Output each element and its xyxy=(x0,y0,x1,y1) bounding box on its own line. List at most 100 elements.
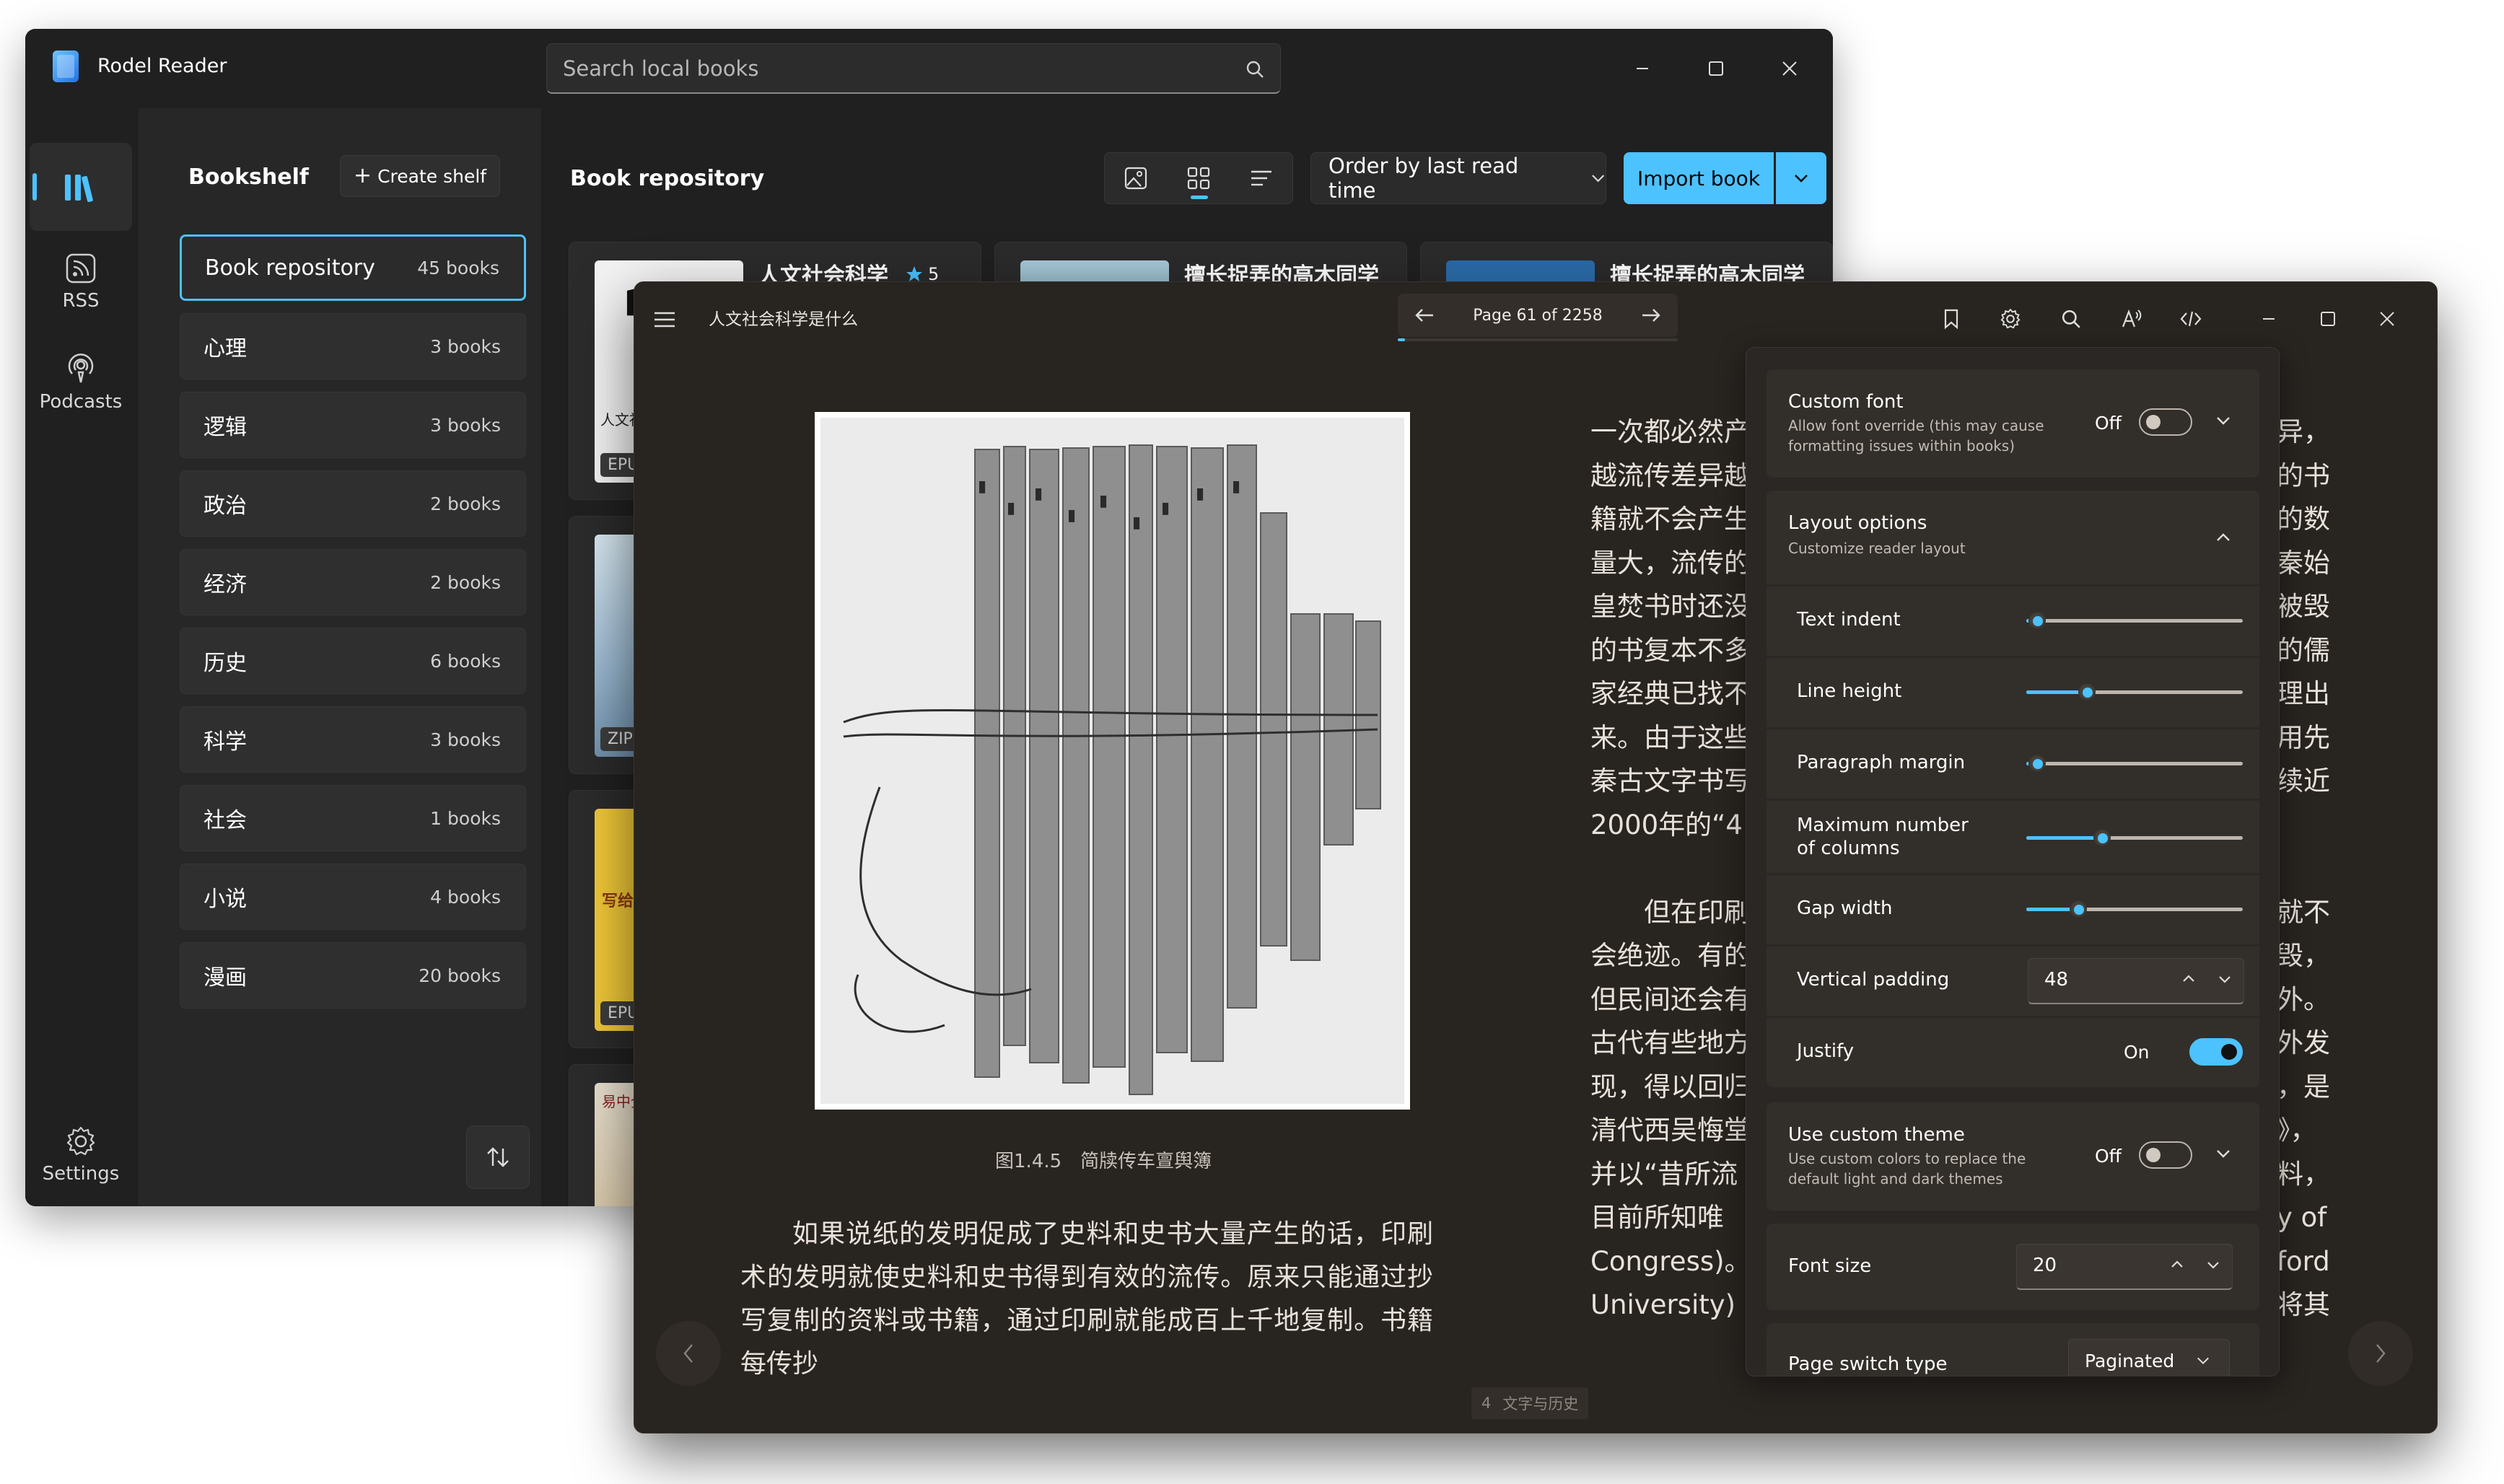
chevron-down-icon xyxy=(2197,1357,2210,1365)
chevron-up-icon[interactable] xyxy=(2180,970,2197,988)
shelf-item[interactable]: 历史 6 books xyxy=(180,628,526,694)
nav-rss[interactable]: RSS xyxy=(30,238,132,326)
shelf-list: Book repository 45 books 心理 3 books 逻辑 3 bo… xyxy=(180,234,526,1021)
next-page-button[interactable] xyxy=(2348,1321,2413,1386)
shelf-count: 20 books xyxy=(419,965,501,986)
grid-view-button[interactable] xyxy=(1168,153,1230,203)
paragraph-margin-label: Paragraph margin xyxy=(1797,752,1966,773)
reader-search-button[interactable] xyxy=(2053,301,2089,337)
shelf-item[interactable]: Book repository 45 books xyxy=(180,234,526,301)
minimize-button[interactable] xyxy=(1624,51,1660,87)
chevron-down-icon[interactable] xyxy=(2205,1256,2222,1273)
page-progress-fill xyxy=(1398,338,1406,341)
close-icon xyxy=(1782,61,1797,76)
search-icon xyxy=(2062,309,2080,328)
bookmark-button[interactable] xyxy=(1933,301,1969,337)
arrow-right-icon[interactable] xyxy=(1640,307,1662,324)
body-paragraph: 如果说纸的发明促成了史料和史书大量产生的话，印刷术的发明就使史料和史书得到有效的… xyxy=(740,1219,1433,1379)
gap-width-label: Gap width xyxy=(1797,897,1893,919)
line-height-slider[interactable] xyxy=(2026,681,2243,703)
shelf-item[interactable]: 社会 1 books xyxy=(180,785,526,851)
justify-state: On xyxy=(2124,1042,2150,1063)
minimize-button[interactable] xyxy=(2251,301,2287,337)
search-input[interactable] xyxy=(563,54,1212,83)
gap-width-slider[interactable] xyxy=(2026,898,2243,920)
read-aloud-icon xyxy=(2122,309,2142,328)
font-size-card: Font size xyxy=(1767,1224,2259,1310)
vertical-padding-input[interactable] xyxy=(2044,969,2116,991)
search-box[interactable] xyxy=(546,43,1281,94)
app-logo-icon xyxy=(53,51,79,82)
sort-icon xyxy=(487,1147,509,1167)
arrow-left-icon[interactable] xyxy=(1414,307,1435,324)
cover-view-button[interactable] xyxy=(1105,153,1168,203)
paragraph-margin-slider[interactable] xyxy=(2026,752,2243,774)
paragraph-margin-row: Paragraph margin xyxy=(1767,729,2259,799)
nav-settings-label: Settings xyxy=(42,1163,120,1185)
image-icon xyxy=(1125,167,1147,190)
grid-icon xyxy=(1187,167,1210,190)
shelf-item[interactable]: 政治 2 books xyxy=(180,470,526,537)
text-column-left: 一次都必然产 越流传差异越 籍就不会产生 量大，流传的 皇焚书时还没 的书复本不… xyxy=(1590,416,1751,1320)
plus-icon: + xyxy=(353,163,372,188)
import-options-button[interactable] xyxy=(1776,152,1826,204)
chevron-up-icon[interactable] xyxy=(2168,1256,2186,1273)
close-button[interactable] xyxy=(1772,51,1808,87)
nav-library[interactable] xyxy=(30,143,132,231)
podcast-icon xyxy=(68,354,94,383)
custom-font-description: Allow font override (this may cause form… xyxy=(1788,417,2044,455)
minimize-icon xyxy=(2263,318,2275,320)
custom-font-toggle[interactable] xyxy=(2139,408,2192,436)
create-shelf-button[interactable]: + Create shelf xyxy=(340,155,500,197)
custom-theme-description: Use custom colors to replace the default… xyxy=(1788,1150,2026,1187)
shelf-item[interactable]: 漫画 20 books xyxy=(180,942,526,1009)
maximize-button[interactable] xyxy=(1698,51,1734,87)
code-view-button[interactable] xyxy=(2173,301,2209,337)
chevron-up-icon[interactable] xyxy=(2212,527,2234,548)
read-aloud-button[interactable] xyxy=(2114,301,2150,337)
page-navigator: Page 61 of 2258 xyxy=(1398,294,1678,337)
text-indent-row: Text indent xyxy=(1767,587,2259,656)
app-title: Rodel Reader xyxy=(97,55,227,77)
close-button[interactable] xyxy=(2369,301,2405,337)
nav-podcasts[interactable]: Podcasts xyxy=(30,338,132,426)
text-indent-slider[interactable] xyxy=(2026,610,2243,631)
shelf-item[interactable]: 逻辑 3 books xyxy=(180,392,526,458)
chevron-down-icon[interactable] xyxy=(2212,1143,2234,1164)
shelf-item[interactable]: 经济 2 books xyxy=(180,549,526,615)
reader-settings-panel: Custom font Allow font override (this ma… xyxy=(1746,347,2280,1377)
book-title: 人文社会科学是什么 xyxy=(709,310,858,329)
menu-icon[interactable] xyxy=(650,305,679,334)
page-footer: 4 文字与历史 xyxy=(1471,1387,1589,1419)
maximize-button[interactable] xyxy=(2310,301,2346,337)
max-columns-slider[interactable] xyxy=(2026,827,2243,848)
layout-options-header[interactable]: Layout options Customize reader layout xyxy=(1767,491,2259,584)
sort-button[interactable] xyxy=(466,1125,530,1189)
font-size-label: Font size xyxy=(1788,1255,1872,1277)
page-switch-dropdown[interactable]: Paginated xyxy=(2068,1339,2230,1376)
previous-page-button[interactable] xyxy=(656,1321,721,1386)
svg-text:▮: ▮ xyxy=(1232,478,1240,496)
custom-theme-toggle[interactable] xyxy=(2139,1141,2192,1169)
nav-settings[interactable]: Settings xyxy=(30,1111,132,1199)
chevron-down-icon[interactable] xyxy=(2212,410,2234,431)
justify-toggle[interactable] xyxy=(2189,1038,2243,1066)
search-icon[interactable] xyxy=(1246,60,1264,79)
list-view-button[interactable] xyxy=(1230,153,1292,203)
order-dropdown[interactable]: Order by last read time xyxy=(1310,152,1606,204)
figure-image: ▮ ▮ ▮ ▮ ▮ ▮ ▮ ▮ ▮ xyxy=(815,412,1410,1110)
view-mode-group xyxy=(1104,152,1293,204)
shelf-item[interactable]: 小说 4 books xyxy=(180,864,526,930)
svg-text:▮: ▮ xyxy=(978,478,986,496)
font-size-input[interactable] xyxy=(2033,1255,2105,1276)
shelf-name: 逻辑 xyxy=(203,415,247,440)
page-switch-value: Paginated xyxy=(2085,1350,2175,1371)
text-indent-label: Text indent xyxy=(1797,609,1901,631)
import-book-button[interactable]: Import book xyxy=(1624,152,1774,204)
chevron-down-icon[interactable] xyxy=(2216,970,2233,988)
reader-settings-button[interactable] xyxy=(1992,301,2028,337)
shelf-count: 3 books xyxy=(430,414,501,436)
shelf-item[interactable]: 心理 3 books xyxy=(180,313,526,379)
shelf-item[interactable]: 科学 3 books xyxy=(180,706,526,773)
create-shelf-label: Create shelf xyxy=(377,165,487,187)
